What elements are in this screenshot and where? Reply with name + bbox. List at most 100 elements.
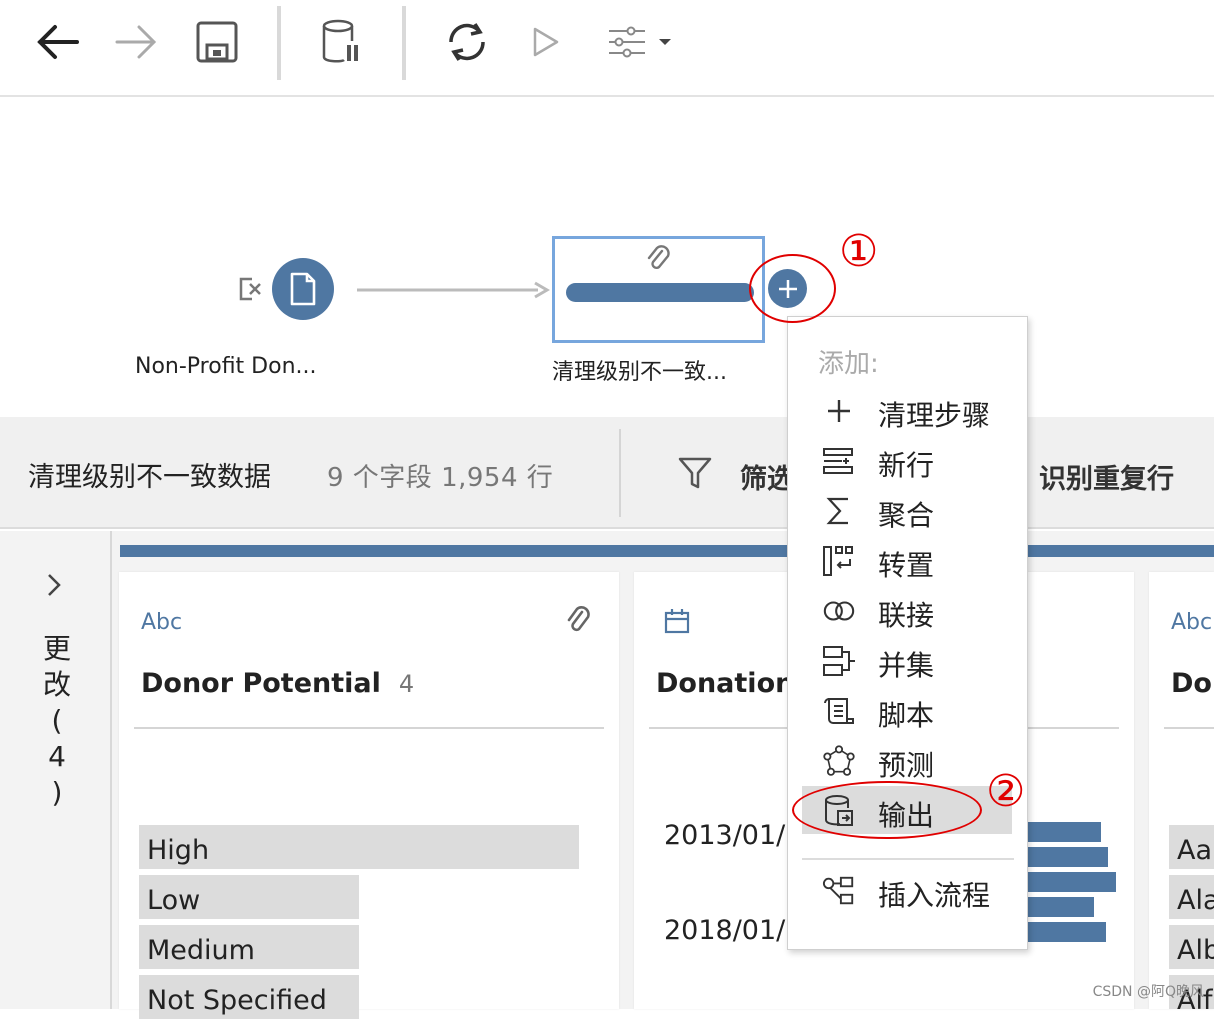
toolbar-separator (402, 6, 406, 80)
menu-item-union[interactable]: 并集 (802, 636, 1012, 684)
toolbar (0, 0, 1214, 97)
value-label: Not Specified (147, 985, 327, 1016)
string-type-icon[interactable]: Abc (1171, 610, 1212, 635)
menu-item-label: 脚本 (878, 694, 934, 734)
input-node-label: Non-Profit Don... (135, 354, 317, 379)
menu-item-label: 预测 (878, 744, 934, 784)
calendar-icon[interactable] (664, 608, 690, 634)
header-divider (619, 429, 621, 517)
pause-data-updates-button[interactable] (312, 14, 368, 70)
field-card-donor-potential[interactable]: Abc Donor Potential4 HighLowMediumNot Sp… (119, 572, 619, 1009)
save-icon (196, 21, 238, 63)
step-meta: 9 个字段 1,954 行 (327, 457, 553, 494)
menu-separator (802, 858, 1014, 860)
database-pause-icon (320, 19, 360, 65)
predict-icon (822, 744, 856, 778)
flow-canvas[interactable]: Non-Profit Don... 清理级别不一致... (0, 99, 1214, 417)
value-label: Low (147, 885, 200, 916)
axis-tick: 2013/01/ (664, 820, 785, 851)
value-label: Ala (1177, 885, 1214, 916)
axis-tick: 2018/01/ (664, 915, 785, 946)
clean-step-label: 清理级别不一致... (552, 354, 727, 386)
menu-item-label: 并集 (878, 644, 934, 684)
annotation-ellipse-1 (749, 254, 836, 323)
flow-options-button[interactable] (600, 14, 680, 70)
join-icon (822, 594, 856, 628)
plus-icon (822, 394, 856, 428)
input-node[interactable] (272, 258, 334, 320)
histogram-bar[interactable] (1026, 822, 1101, 842)
sliders-icon (607, 25, 647, 59)
step-name: 清理级别不一致数据 (28, 455, 271, 494)
field-name: Donation (656, 668, 794, 699)
value-label: Medium (147, 935, 255, 966)
refresh-icon (445, 20, 489, 64)
menu-item-label: 新行 (878, 444, 934, 484)
value-label: High (147, 835, 209, 866)
card-divider (1164, 727, 1214, 729)
field-name: Do (1171, 668, 1212, 699)
changes-panel[interactable]: 更改(4) (0, 531, 112, 1009)
field-card-donor[interactable]: Abc Do AaAlaAlbAlf (1149, 572, 1214, 1009)
flow-connector (355, 279, 550, 301)
remove-input-icon[interactable] (238, 277, 264, 301)
paperclip-icon (564, 606, 594, 638)
back-arrow-icon (35, 24, 79, 60)
filter-icon[interactable] (677, 455, 713, 491)
paperclip-icon (645, 245, 673, 275)
annotation-number-1: ① (839, 226, 878, 277)
value-label: Aa (1177, 835, 1212, 866)
union-icon (822, 644, 856, 678)
run-flow-button[interactable] (518, 14, 574, 70)
back-button[interactable] (29, 14, 85, 70)
field-name: Donor Potential4 (141, 668, 414, 699)
forward-button[interactable] (109, 14, 165, 70)
card-divider (134, 727, 604, 729)
menu-item-plus[interactable]: 清理步骤 (802, 386, 1012, 434)
menu-item-script[interactable]: 脚本 (802, 686, 1012, 734)
menu-item-pivot[interactable]: 转置 (802, 536, 1012, 584)
histogram-bar[interactable] (1026, 872, 1116, 892)
play-icon (531, 26, 561, 58)
clean-step-bar (566, 283, 754, 302)
menu-item-label: 联接 (878, 594, 934, 634)
file-icon (289, 272, 317, 306)
menu-item-label: 转置 (878, 544, 934, 584)
menu-item-new-rows[interactable]: 新行 (802, 436, 1012, 484)
menu-item-label: 聚合 (878, 494, 934, 534)
clean-step-node[interactable] (552, 236, 765, 343)
watermark: CSDN @阿Q晚风 (1093, 981, 1204, 1001)
pivot-icon (822, 544, 856, 578)
menu-title: 添加: (818, 343, 879, 380)
menu-item-sigma[interactable]: 聚合 (802, 486, 1012, 534)
step-header: 清理级别不一致数据 9 个字段 1,954 行 筛选 识别重复行 (0, 417, 1214, 529)
script-icon (822, 694, 856, 728)
changes-label: 更改(4) (40, 631, 74, 811)
insert-flow-icon (822, 874, 856, 908)
menu-item-label: 清理步骤 (878, 394, 990, 434)
refresh-button[interactable] (439, 14, 495, 70)
menu-item-label: 插入流程 (878, 874, 990, 914)
value-label: Alb (1177, 935, 1214, 966)
histogram-bar[interactable] (1026, 897, 1094, 917)
chevron-right-icon[interactable] (46, 573, 62, 597)
distinct-count: 4 (399, 670, 414, 698)
filter-button[interactable]: 筛选 (740, 457, 794, 496)
new-rows-icon (822, 444, 856, 478)
profile-summary-bar (120, 545, 1214, 557)
annotation-ellipse-2 (792, 781, 982, 839)
chevron-down-icon (657, 37, 673, 47)
menu-item-predict[interactable]: 预测 (802, 736, 1012, 784)
string-type-icon[interactable]: Abc (141, 610, 182, 635)
menu-item-join[interactable]: 联接 (802, 586, 1012, 634)
save-button[interactable] (189, 14, 245, 70)
histogram-bar[interactable] (1026, 847, 1108, 867)
identify-duplicates-button[interactable]: 识别重复行 (1039, 457, 1174, 496)
profile-pane: Abc Donor Potential4 HighLowMediumNot Sp… (112, 531, 1214, 1009)
menu-item-insert-flow[interactable]: 插入流程 (802, 866, 1012, 914)
add-step-menu: 添加: 清理步骤新行聚合转置联接并集脚本预测输出插入流程 (787, 316, 1028, 950)
histogram-bar[interactable] (1026, 922, 1106, 942)
annotation-number-2: ② (986, 766, 1025, 817)
forward-arrow-icon (115, 24, 159, 60)
sigma-icon (822, 494, 856, 528)
